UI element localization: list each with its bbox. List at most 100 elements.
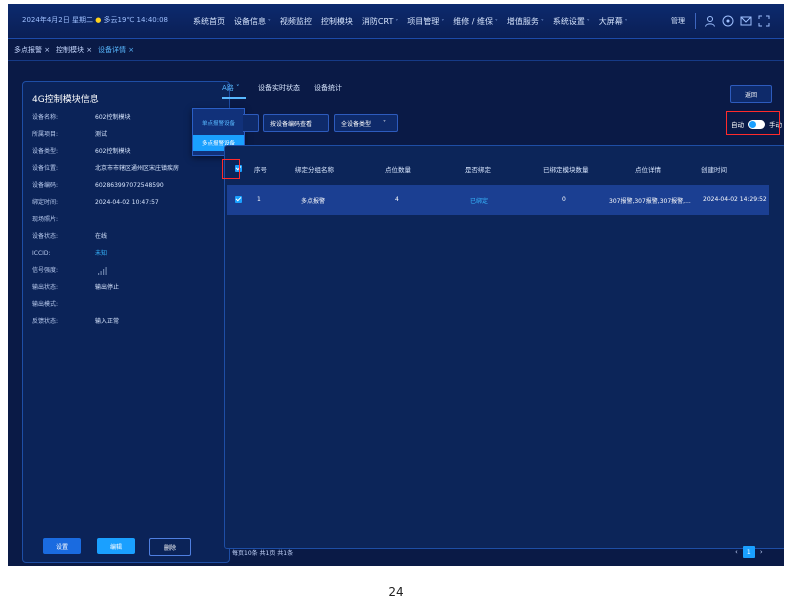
panel-title: 4G控制模块信息 [32, 95, 99, 105]
info-value: 输入正常 [95, 318, 120, 325]
info-value: 602控制模块 [95, 114, 131, 121]
select-label: 全设备类型 [341, 120, 372, 128]
info-value: 在线 [95, 233, 108, 240]
main-nav: 系统首页 设备信息 视频监控 控制模块 消防CRT 项目管理 维修 / 维保 增… [193, 13, 637, 29]
col-header: 创建时间 [701, 166, 727, 174]
info-row: 输出状态: 输出停止 [32, 282, 119, 291]
cell-created-time: 2024-04-02 14:29:52 [703, 196, 767, 203]
weather-text: 多云19℃ [103, 16, 135, 24]
info-value: 北京市市辖区通州区宋庄镇疾房 [95, 165, 180, 172]
info-key: 反馈状态: [32, 318, 59, 325]
highlight-box-select-all [222, 159, 240, 179]
info-row: 绑定时间: 2024-04-02 10:47:57 [32, 197, 159, 206]
col-header: 点位详情 [635, 166, 661, 174]
cell-index: 1 [257, 196, 261, 203]
info-row: 设备状态: 在线 [32, 231, 107, 240]
info-row: 设备位置: 北京市市辖区通州区宋庄镇疾房 [32, 163, 179, 172]
mail-icon[interactable] [740, 15, 752, 27]
return-button[interactable]: 返回 [730, 85, 772, 103]
help-icon[interactable] [722, 15, 734, 27]
info-key: 设备名称: [32, 114, 59, 121]
info-key: 信号强度: [32, 267, 59, 274]
prev-page-button[interactable]: ‹ [735, 548, 738, 556]
info-key: 设备编码: [32, 182, 59, 189]
user-menu[interactable]: 管理 [671, 16, 685, 26]
next-page-button[interactable]: › [760, 548, 763, 556]
cell-module-count: 0 [562, 196, 566, 203]
info-row: ICCID: 未知 [32, 248, 107, 257]
nav-fire-crt[interactable]: 消防CRT [362, 16, 398, 27]
nav-maintenance[interactable]: 维修 / 维保 [453, 16, 498, 27]
search-input-tail[interactable] [243, 114, 259, 132]
info-row: 现场照片: [32, 214, 95, 223]
cell-point-detail: 307报警,307报警,307报警,... [609, 198, 691, 205]
info-value: 6028639970725485​90 [95, 182, 164, 189]
table-row[interactable]: 1 多点报警 4 已绑定 0 307报警,307报警,307报警,... 202… [227, 185, 769, 215]
info-row: 设备名称: 602控制模块 [32, 112, 130, 121]
option-single-alarm[interactable]: 单点报警设备 [193, 115, 244, 131]
highlight-box-toggle [726, 111, 780, 135]
tab-statistics[interactable]: 设备统计 [314, 83, 342, 93]
time-text: 14:40:08 [136, 16, 168, 24]
info-row: 设备编码: 6028639970725485​90 [32, 180, 164, 189]
crumb-multi-alarm[interactable]: 多点报警 × [14, 45, 50, 55]
edit-button[interactable]: 编辑 [97, 538, 135, 554]
delete-button[interactable]: 删除 [149, 538, 191, 556]
nav-big-screen[interactable]: 大屏幕 [599, 16, 628, 27]
info-key: 设备状态: [32, 233, 59, 240]
document-page-number: 24 [388, 585, 404, 599]
info-value: 2024-04-02 10:47:57 [95, 199, 159, 206]
info-key: 输出模式: [32, 301, 59, 308]
app-screen: 2024年4月2日 星期二 ● 多云19℃ 14:40:08 系统首页 设备信息… [8, 4, 784, 566]
col-header: 点位数量 [385, 166, 411, 174]
date-text: 2024年4月2日 星期二 [22, 16, 93, 24]
col-header: 序号 [254, 166, 267, 174]
nav-settings[interactable]: 系统设置 [553, 16, 590, 27]
nav-video[interactable]: 视频监控 [280, 16, 312, 27]
cell-point-count: 4 [395, 196, 399, 203]
info-row: 设备类型: 602控制模块 [32, 146, 130, 155]
info-row: 反馈状态: 输入正常 [32, 316, 119, 325]
info-value: 输出停止 [95, 284, 120, 291]
pagination-summary: 每页10条 共1页 共1条 [232, 550, 294, 557]
info-key: 设备位置: [32, 165, 59, 172]
info-key: 设备类型: [32, 148, 59, 155]
device-type-select[interactable]: 全设备类型 ˅ [334, 114, 398, 132]
settings-button[interactable]: 设置 [43, 538, 81, 554]
nav-value-added[interactable]: 增值服务 [507, 16, 544, 27]
chevron-down-icon: ˅ [383, 119, 387, 127]
tab-a-route[interactable]: A路 ˅ [222, 83, 240, 93]
crumb-device-detail[interactable]: 设备详情 × [98, 45, 134, 55]
info-key: 所属项目: [32, 131, 59, 138]
tab-realtime-status[interactable]: 设备实时状态 [258, 83, 300, 93]
pagination: ‹ 1 › [735, 546, 763, 558]
breadcrumb: 多点报警 × 控制模块 × 设备详情 × [8, 38, 784, 61]
user-icon[interactable] [704, 15, 716, 27]
group-table: 序号 绑定分组名称 点位数量 是否绑定 已绑定模块数量 点位详情 创建时间 1 … [224, 145, 784, 549]
nav-project[interactable]: 项目管理 [407, 16, 444, 27]
info-key: 输出状态: [32, 284, 59, 291]
page-1-button[interactable]: 1 [742, 546, 755, 558]
row-checkbox[interactable] [235, 196, 242, 203]
top-bar: 2024年4月2日 星期二 ● 多云19℃ 14:40:08 系统首页 设备信息… [8, 4, 784, 39]
info-value: 602控制模块 [95, 148, 131, 155]
info-value: 未知 [95, 250, 108, 257]
nav-device-info[interactable]: 设备信息 [234, 16, 271, 27]
info-value: 测试 [95, 131, 108, 138]
signal-icon [97, 266, 107, 275]
crumb-control-module[interactable]: 控制模块 × [56, 45, 92, 55]
col-header: 绑定分组名称 [295, 166, 334, 174]
active-tab-indicator [222, 97, 246, 99]
nav-control-module[interactable]: 控制模块 [321, 16, 353, 27]
datetime-weather: 2024年4月2日 星期二 ● 多云19℃ 14:40:08 [22, 15, 168, 25]
cell-bound-status[interactable]: 已绑定 [470, 196, 488, 205]
cell-group-name: 多点报警 [301, 198, 326, 205]
info-row: 输出模式: [32, 299, 95, 308]
view-by-code-select[interactable]: 按设备编码查看 [263, 114, 329, 132]
weather-icon: ● [95, 16, 102, 24]
info-key: 现场照片: [32, 216, 59, 223]
nav-home[interactable]: 系统首页 [193, 16, 225, 27]
divider [695, 13, 696, 29]
tab-label: A路 [222, 84, 234, 92]
fullscreen-icon[interactable] [758, 15, 770, 27]
